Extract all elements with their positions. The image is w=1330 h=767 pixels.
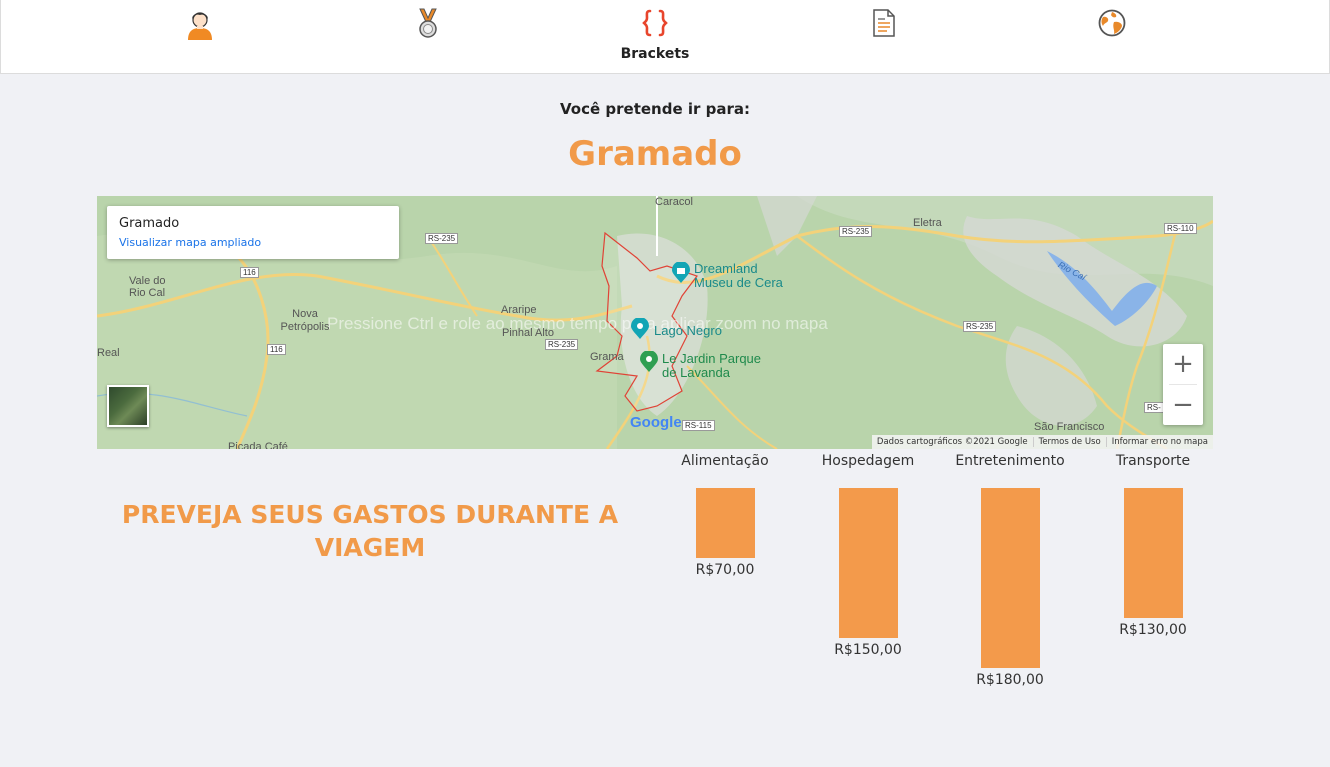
expense-column: Transporte R$130,00 bbox=[1083, 452, 1223, 638]
expense-column: Entretenimento R$180,00 bbox=[940, 452, 1080, 688]
poi-label-lago-negro[interactable]: Lago Negro bbox=[654, 324, 722, 338]
expense-value-label: R$130,00 bbox=[1119, 622, 1187, 638]
report-map-error-link[interactable]: Informar erro no mapa bbox=[1105, 437, 1213, 447]
road-tag-rs235-c: RS-235 bbox=[545, 339, 579, 350]
terms-of-use-link[interactable]: Termos de Uso bbox=[1032, 437, 1106, 447]
expense-bar bbox=[838, 488, 898, 638]
destination-intro: Você pretende ir para: bbox=[560, 100, 750, 118]
zoom-controls: + − bbox=[1163, 344, 1203, 425]
camera-pin-icon bbox=[631, 317, 649, 339]
map-label-pinhal-alto: Pinhal Alto bbox=[502, 327, 554, 339]
expense-bar bbox=[1123, 488, 1183, 618]
map-data-credit: Dados cartográficos ©2021 Google bbox=[876, 437, 1028, 447]
nav-item-brackets[interactable]: Brackets bbox=[621, 8, 689, 62]
map-label-vale: Vale do Rio Cal bbox=[129, 275, 166, 299]
google-logo: Google bbox=[630, 414, 682, 431]
expense-category-label: Hospedagem bbox=[821, 453, 915, 469]
poi-marker-jardin[interactable] bbox=[639, 350, 659, 377]
expense-bar bbox=[695, 488, 755, 558]
map-scroll-hint: Pressione Ctrl e role ao mesmo tempo par… bbox=[327, 314, 828, 333]
road-tag-rs-edge: RS- bbox=[1144, 402, 1164, 413]
map-label-picada-cafe: Picada Café bbox=[228, 441, 288, 449]
globe-icon bbox=[1098, 9, 1126, 37]
map-label-nova-petropolis: Nova Petrópolis bbox=[280, 308, 330, 333]
flower-pin-icon bbox=[640, 350, 658, 372]
satellite-toggle[interactable] bbox=[107, 385, 149, 427]
expense-bar bbox=[980, 488, 1040, 668]
expense-value-label: R$180,00 bbox=[976, 672, 1044, 688]
user-avatar-icon bbox=[188, 12, 212, 40]
nav-item-medal[interactable] bbox=[398, 8, 458, 48]
expense-value-label: R$70,00 bbox=[695, 562, 755, 578]
museum-pin-icon bbox=[672, 261, 690, 283]
poi-marker-dreamland[interactable] bbox=[671, 261, 691, 288]
road-tag-rs235-d: RS-235 bbox=[963, 321, 997, 332]
road-tag-rs235-a: RS-235 bbox=[425, 233, 459, 244]
map-attribution: Dados cartográficos ©2021 Google Termos d… bbox=[871, 435, 1213, 449]
map-label-real: Real bbox=[97, 347, 120, 359]
map-info-card: Gramado Visualizar mapa ampliado bbox=[107, 206, 399, 259]
view-larger-map-link[interactable]: Visualizar mapa ampliado bbox=[119, 236, 261, 249]
poi-label-jardin[interactable]: Le Jardin Parque de Lavanda bbox=[662, 352, 761, 380]
map-embed[interactable]: Pressione Ctrl e role ao mesmo tempo par… bbox=[97, 196, 1213, 449]
map-label-caracol: Caracol bbox=[655, 196, 693, 208]
map-label-sao-francisco: São Francisco bbox=[1034, 421, 1105, 433]
map-label-eletra: Eletra bbox=[913, 217, 942, 229]
expense-category-label: Entretenimento bbox=[955, 453, 1065, 469]
expense-category-label: Transporte bbox=[1115, 453, 1191, 469]
zoom-out-button[interactable]: − bbox=[1163, 385, 1203, 425]
road-tag-rs115: RS-115 bbox=[682, 420, 715, 431]
nav-item-document[interactable] bbox=[854, 8, 914, 46]
zoom-in-button[interactable]: + bbox=[1163, 344, 1203, 384]
nav-item-profile[interactable] bbox=[170, 8, 230, 48]
expense-category-label: Alimentação bbox=[681, 453, 769, 469]
nav-label-brackets: Brackets bbox=[620, 46, 690, 62]
poi-label-dreamland[interactable]: Dreamland Museu de Cera bbox=[694, 262, 783, 290]
expense-value-label: R$150,00 bbox=[834, 642, 902, 658]
expense-column: Alimentação R$70,00 bbox=[655, 452, 795, 578]
map-card-title: Gramado bbox=[119, 216, 180, 231]
top-navigation: Brackets bbox=[0, 0, 1330, 74]
road-tag-rs235-b: RS-235 bbox=[839, 226, 873, 237]
map-label-grama: Grama bbox=[590, 351, 624, 363]
poi-marker-lago-negro[interactable] bbox=[630, 317, 650, 344]
expenses-title: PREVEJA SEUS GASTOS DURANTE A VIAGEM bbox=[121, 500, 619, 562]
road-tag-116-a: 116 bbox=[240, 267, 259, 278]
brackets-icon bbox=[642, 9, 668, 37]
nav-item-globe[interactable] bbox=[1082, 8, 1142, 46]
destination-city: Gramado bbox=[568, 134, 742, 174]
expense-column: Hospedagem R$150,00 bbox=[798, 452, 938, 658]
map-label-araripe: Araripe bbox=[501, 304, 537, 316]
road-tag-rs110: RS-110 bbox=[1164, 223, 1197, 234]
medal-icon bbox=[419, 8, 437, 38]
road-tag-116-b: 116 bbox=[267, 344, 286, 355]
document-icon bbox=[873, 9, 895, 37]
